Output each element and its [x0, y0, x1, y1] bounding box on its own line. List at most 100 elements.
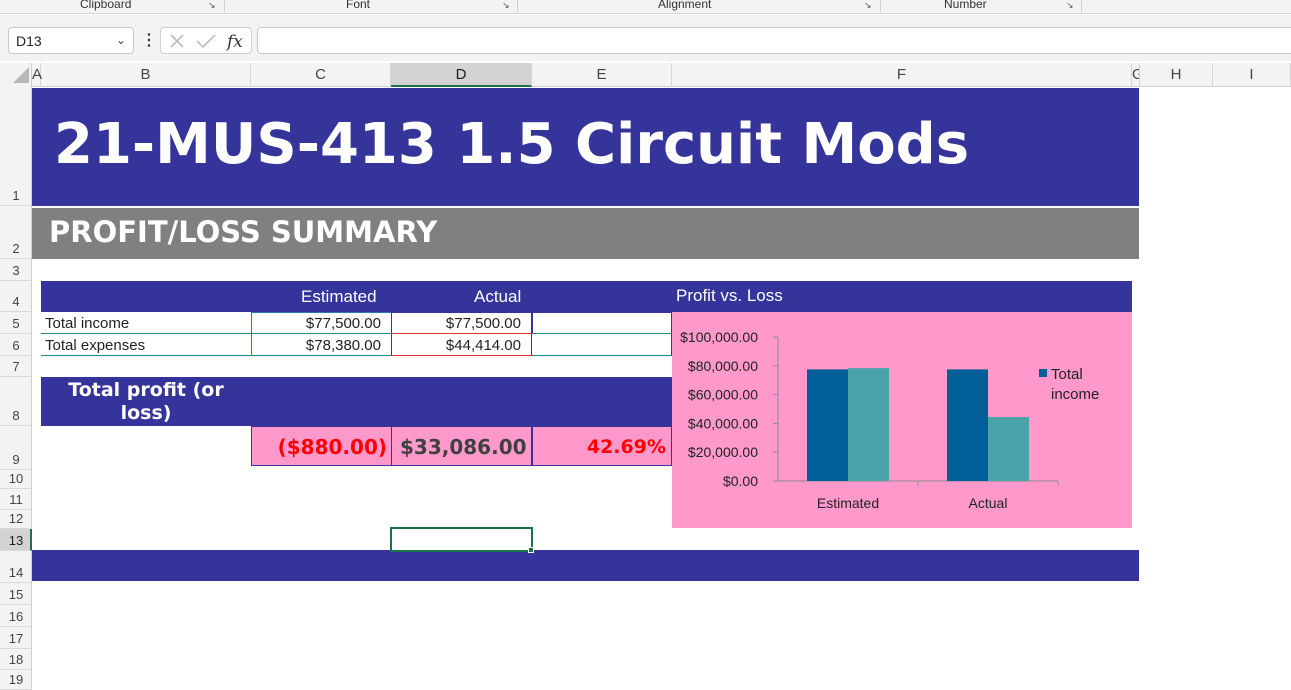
more-options-icon[interactable]: ⋮ [141, 30, 157, 50]
chart-plot[interactable]: $0.00 $20,000.00 $40,000.00 $60,000.00 $80,0… [672, 312, 1132, 528]
column-header-a[interactable]: A [32, 63, 42, 87]
row-header-9[interactable]: 9 [0, 426, 32, 470]
row-header-2[interactable]: 2 [0, 206, 32, 259]
row-number: 11 [9, 492, 23, 507]
row-number: 8 [12, 408, 20, 423]
cell-e6[interactable] [532, 334, 672, 356]
row-number: 2 [12, 241, 20, 256]
expenses-actual-value: $44,414.00 [445, 337, 521, 354]
footer-band[interactable] [32, 550, 1139, 581]
ribbon-separator [517, 0, 518, 12]
row-number: 14 [8, 565, 24, 580]
number-launcher-icon[interactable]: ↘ [1066, 1, 1075, 10]
ribbon-separator [1081, 0, 1082, 12]
row-divider-red [391, 355, 532, 356]
fill-handle[interactable] [528, 547, 534, 553]
row-number: 5 [12, 316, 20, 331]
row-header-7[interactable]: 7 [0, 356, 32, 377]
bar-actual-series-2 [988, 417, 1029, 481]
expenses-estimated-value: $78,380.00 [305, 337, 381, 354]
column-header-b[interactable]: B [41, 63, 251, 87]
sheet-title: 21-MUS-413 1.5 Circuit Mods [54, 112, 970, 177]
clipboard-launcher-icon[interactable]: ↘ [208, 1, 217, 10]
font-launcher-icon[interactable]: ↘ [502, 1, 511, 10]
ribbon-group-font: Font [346, 0, 371, 11]
row-number: 9 [12, 452, 20, 467]
total-profit-percent[interactable]: 42.69% [532, 426, 672, 466]
y-tick-label: $0.00 [723, 473, 758, 489]
sheet-subtitle: PROFIT/LOSS SUMMARY [49, 215, 438, 249]
x-tick-label: Estimated [817, 495, 879, 511]
row-header-4[interactable]: 4 [0, 281, 32, 312]
ribbon-separator [224, 0, 225, 12]
row-label-total-expenses[interactable]: Total expenses [45, 337, 145, 354]
row-header-8[interactable]: 8 [0, 377, 32, 426]
row-header-15[interactable]: 15 [0, 583, 32, 605]
row-number: 19 [8, 672, 24, 687]
chart-area[interactable]: $0.00 $20,000.00 $40,000.00 $60,000.00 $80,0… [672, 312, 1132, 528]
bar-actual-series-1 [947, 369, 988, 481]
row-divider [41, 355, 672, 356]
row-number: 10 [8, 471, 24, 486]
column-header-c[interactable]: C [251, 63, 391, 87]
row-header-12[interactable]: 12 [0, 510, 32, 529]
income-estimated-value: $77,500.00 [305, 315, 381, 332]
insert-function-icon[interactable]: fx [225, 32, 243, 52]
column-header-e[interactable]: E [532, 63, 672, 87]
y-tick-label: $60,000.00 [688, 387, 758, 403]
column-label-actual: Actual [474, 287, 522, 306]
column-label-estimated: Estimated [301, 287, 377, 306]
enter-check-icon[interactable] [196, 34, 216, 49]
active-cell-d13[interactable] [390, 527, 533, 552]
row-number: 16 [8, 609, 24, 624]
row-header-19[interactable]: 19 [0, 670, 32, 690]
row-header-17[interactable]: 17 [0, 627, 32, 649]
row-number: 17 [8, 631, 24, 646]
row-number: 4 [12, 294, 20, 309]
column-header-d[interactable]: D [391, 63, 532, 87]
y-tick-label: $20,000.00 [688, 444, 758, 460]
column-header-h[interactable]: H [1140, 63, 1213, 87]
row-header-6[interactable]: 6 [0, 334, 32, 356]
row-header-10[interactable]: 10 [0, 470, 32, 489]
row-label-total-income[interactable]: Total income [45, 315, 129, 332]
formula-buttons-icons: fx [170, 32, 243, 52]
alignment-launcher-icon[interactable]: ↘ [864, 1, 873, 10]
bar-estimated-series-2 [848, 368, 889, 481]
row-header-11[interactable]: 11 [0, 489, 32, 510]
row-header-3[interactable]: 3 [0, 259, 32, 281]
total-profit-actual[interactable]: $33,086.00 [391, 426, 532, 466]
chart-title: Profit vs. Loss [676, 286, 783, 305]
legend-label-line: Total [1051, 366, 1083, 383]
row-header-1[interactable]: 1 [0, 87, 32, 206]
bar-estimated-series-1 [807, 369, 848, 481]
row-header-5[interactable]: 5 [0, 312, 32, 334]
row-header-14[interactable]: 14 [0, 551, 32, 583]
column-header-f[interactable]: F [672, 63, 1132, 87]
cell-e5[interactable] [532, 312, 672, 334]
x-tick-label: Actual [969, 495, 1008, 511]
legend-swatch [1039, 369, 1047, 377]
column-header-g[interactable]: G [1132, 63, 1140, 87]
cancel-icon[interactable] [170, 34, 184, 48]
row-number: 6 [12, 338, 20, 353]
legend-label: Total income [1051, 366, 1099, 403]
row-number: 13 [8, 533, 24, 548]
row-number: 15 [8, 587, 24, 602]
row-number: 18 [8, 652, 24, 667]
ribbon-group-clipboard: Clipboard [80, 0, 132, 11]
total-profit-label: Total profit (or loss) [68, 379, 224, 424]
row-header-13[interactable]: 13 [0, 529, 32, 551]
formula-input[interactable] [257, 27, 1291, 54]
ribbon-group-alignment: Alignment [658, 0, 712, 11]
row-header-16[interactable]: 16 [0, 605, 32, 627]
select-all-icon[interactable] [13, 67, 29, 83]
chevron-down-icon[interactable]: ⌄ [116, 33, 126, 47]
total-profit-estimated[interactable]: ($880.00) [251, 426, 392, 466]
ribbon-separator [880, 0, 881, 12]
column-header-i[interactable]: I [1213, 63, 1291, 87]
row-number: 1 [12, 188, 20, 203]
row-header-18[interactable]: 18 [0, 649, 32, 670]
row-number: 12 [8, 511, 24, 526]
y-tick-label: $80,000.00 [688, 358, 758, 374]
